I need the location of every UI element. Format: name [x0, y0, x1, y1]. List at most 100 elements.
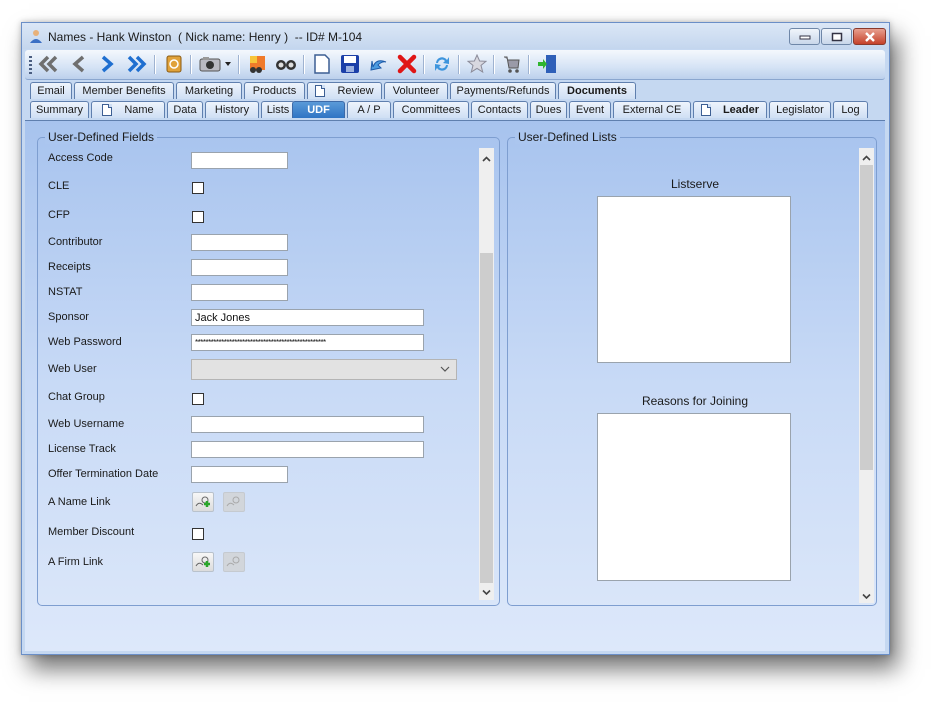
scroll-thumb[interactable]: [860, 165, 873, 470]
remove-link-icon: [226, 496, 240, 507]
first-record-button[interactable]: [37, 53, 61, 75]
tab-name[interactable]: Name: [91, 101, 165, 118]
cfp-checkbox[interactable]: [192, 211, 204, 223]
new-button[interactable]: [310, 53, 334, 75]
scroll-down-button[interactable]: [479, 584, 494, 599]
camera-dropdown-button[interactable]: [222, 53, 234, 75]
access-code-input[interactable]: [191, 152, 288, 169]
receipts-input[interactable]: [191, 259, 288, 276]
field-label: Sponsor: [48, 311, 89, 323]
save-button[interactable]: [338, 53, 362, 75]
scroll-up-button[interactable]: [479, 151, 494, 166]
camera-button[interactable]: [198, 53, 222, 75]
scroll-up-button[interactable]: [859, 150, 874, 165]
cart-button[interactable]: [500, 53, 524, 75]
reasons-for-joining-listbox[interactable]: [597, 413, 791, 581]
maximize-button[interactable]: [821, 28, 852, 45]
sponsor-input[interactable]: [191, 309, 424, 326]
chevron-left-icon: [72, 55, 85, 73]
field-label: Web User: [48, 363, 97, 375]
star-icon: [467, 54, 487, 74]
user-icon: [30, 30, 42, 43]
group-title: User-Defined Lists: [515, 130, 620, 144]
tab-row-1: Email Member Benefits Marketing Products…: [30, 82, 880, 100]
toolbar-separator: [154, 55, 155, 74]
udl-scrollbar[interactable]: [859, 148, 874, 603]
image-search-button[interactable]: [245, 53, 269, 75]
toolbar-grip[interactable]: [29, 56, 32, 74]
listserve-listbox[interactable]: [597, 196, 791, 363]
scroll-thumb[interactable]: [480, 253, 493, 583]
chevron-up-icon: [862, 154, 871, 161]
add-name-link-button[interactable]: [192, 492, 214, 512]
udf-scrollbar[interactable]: [479, 148, 494, 600]
tab-summary[interactable]: Summary: [30, 101, 89, 118]
tab-review[interactable]: Review: [307, 82, 382, 99]
delete-icon: [397, 54, 417, 74]
undo-button[interactable]: [367, 53, 391, 75]
scroll-down-button[interactable]: [859, 588, 874, 603]
tab-payments-refunds[interactable]: Payments/Refunds: [450, 82, 556, 99]
field-label: A Name Link: [48, 496, 111, 508]
remove-firm-link-button[interactable]: [223, 552, 245, 572]
offer-termination-date-input[interactable]: [191, 466, 288, 483]
search-button[interactable]: [274, 53, 298, 75]
tab-products[interactable]: Products: [244, 82, 305, 99]
web-username-input[interactable]: [191, 416, 424, 433]
field-label: Contributor: [48, 236, 103, 248]
license-track-input[interactable]: [191, 441, 424, 458]
delete-button[interactable]: [395, 53, 419, 75]
field-label: License Track: [48, 443, 116, 455]
tab-contacts[interactable]: Contacts: [471, 101, 528, 118]
tab-ap[interactable]: A / P: [347, 101, 391, 118]
tab-event[interactable]: Event: [569, 101, 611, 118]
nstat-input[interactable]: [191, 284, 288, 301]
tab-documents[interactable]: Documents: [558, 82, 636, 99]
web-user-select[interactable]: [191, 359, 457, 380]
tab-legislator[interactable]: Legislator: [769, 101, 831, 118]
contributor-input[interactable]: [191, 234, 288, 251]
last-record-button[interactable]: [124, 53, 148, 75]
exit-button[interactable]: [535, 53, 559, 75]
tab-row-2: Summary Name Data History Lists UDF A / …: [30, 101, 880, 119]
field-label: Offer Termination Date: [48, 468, 159, 480]
web-password-input[interactable]: [191, 334, 424, 351]
tab-history[interactable]: History: [205, 101, 259, 118]
tab-udf[interactable]: UDF: [292, 101, 345, 118]
tab-member-benefits[interactable]: Member Benefits: [74, 82, 174, 99]
address-book-button[interactable]: [162, 53, 186, 75]
tab-external-ce[interactable]: External CE: [613, 101, 691, 118]
next-record-button[interactable]: [95, 53, 119, 75]
remove-name-link-button[interactable]: [223, 492, 245, 512]
tab-log[interactable]: Log: [833, 101, 868, 118]
tab-committees[interactable]: Committees: [393, 101, 469, 118]
member-discount-checkbox[interactable]: [192, 528, 204, 540]
favorite-button[interactable]: [465, 53, 489, 75]
group-title: User-Defined Fields: [45, 130, 158, 144]
field-label: CFP: [48, 209, 70, 221]
toolbar-separator: [458, 55, 459, 74]
double-chevron-left-icon: [38, 55, 58, 73]
close-button[interactable]: [853, 28, 886, 45]
toolbar-separator: [528, 55, 529, 74]
tab-data[interactable]: Data: [167, 101, 203, 118]
double-chevron-right-icon: [127, 55, 147, 73]
image-search-icon: [250, 56, 265, 73]
cle-checkbox[interactable]: [192, 182, 204, 194]
toolbar-separator: [493, 55, 494, 74]
tab-email[interactable]: Email: [30, 82, 72, 99]
chat-group-checkbox[interactable]: [192, 393, 204, 405]
previous-record-button[interactable]: [67, 53, 91, 75]
reasons-for-joining-label: Reasons for Joining: [641, 394, 749, 408]
tab-leader[interactable]: Leader: [693, 101, 767, 118]
tab-dues[interactable]: Dues: [530, 101, 567, 118]
tab-volunteer[interactable]: Volunteer: [384, 82, 448, 99]
add-firm-link-button[interactable]: [192, 552, 214, 572]
minimize-button[interactable]: [789, 28, 820, 45]
close-icon: [864, 31, 875, 42]
undo-icon: [370, 60, 387, 71]
tab-lists[interactable]: Lists: [261, 101, 295, 118]
refresh-button[interactable]: [430, 53, 454, 75]
document-icon: [102, 104, 113, 116]
tab-marketing[interactable]: Marketing: [176, 82, 242, 99]
